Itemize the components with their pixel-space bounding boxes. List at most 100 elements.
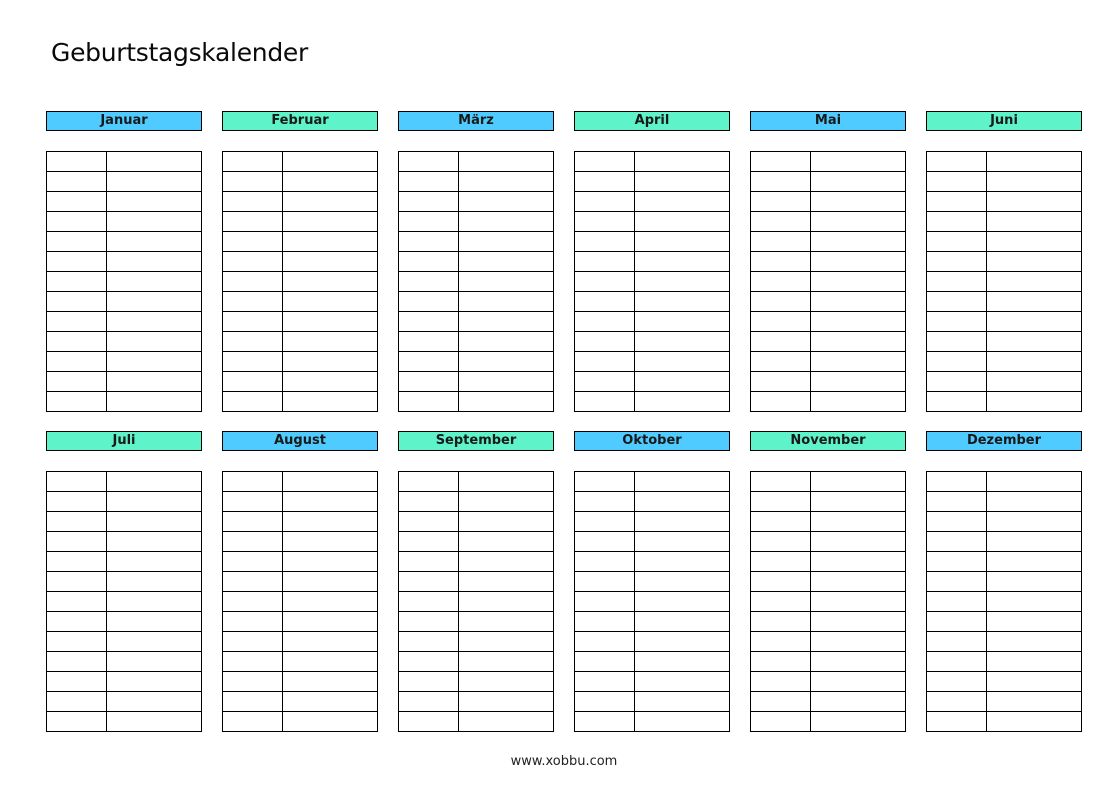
- name-cell[interactable]: [106, 711, 202, 732]
- date-cell[interactable]: [926, 151, 987, 172]
- name-cell[interactable]: [458, 571, 554, 592]
- date-cell[interactable]: [926, 351, 987, 372]
- date-cell[interactable]: [398, 691, 459, 712]
- name-cell[interactable]: [282, 471, 378, 492]
- name-cell[interactable]: [634, 551, 730, 572]
- date-cell[interactable]: [222, 351, 283, 372]
- date-cell[interactable]: [926, 711, 987, 732]
- date-cell[interactable]: [574, 631, 635, 652]
- date-cell[interactable]: [926, 311, 987, 332]
- date-cell[interactable]: [574, 511, 635, 532]
- name-cell[interactable]: [986, 191, 1082, 212]
- name-cell[interactable]: [106, 151, 202, 172]
- date-cell[interactable]: [46, 651, 107, 672]
- date-cell[interactable]: [574, 291, 635, 312]
- date-cell[interactable]: [46, 251, 107, 272]
- name-cell[interactable]: [810, 651, 906, 672]
- name-cell[interactable]: [106, 251, 202, 272]
- date-cell[interactable]: [750, 211, 811, 232]
- name-cell[interactable]: [282, 491, 378, 512]
- name-cell[interactable]: [810, 331, 906, 352]
- name-cell[interactable]: [106, 171, 202, 192]
- date-cell[interactable]: [750, 651, 811, 672]
- name-cell[interactable]: [106, 691, 202, 712]
- name-cell[interactable]: [282, 551, 378, 572]
- name-cell[interactable]: [458, 371, 554, 392]
- date-cell[interactable]: [222, 291, 283, 312]
- name-cell[interactable]: [106, 311, 202, 332]
- name-cell[interactable]: [986, 491, 1082, 512]
- date-cell[interactable]: [222, 571, 283, 592]
- date-cell[interactable]: [926, 251, 987, 272]
- date-cell[interactable]: [574, 191, 635, 212]
- date-cell[interactable]: [222, 331, 283, 352]
- date-cell[interactable]: [398, 671, 459, 692]
- date-cell[interactable]: [750, 531, 811, 552]
- name-cell[interactable]: [106, 391, 202, 412]
- date-cell[interactable]: [574, 351, 635, 372]
- date-cell[interactable]: [750, 671, 811, 692]
- name-cell[interactable]: [810, 671, 906, 692]
- date-cell[interactable]: [222, 151, 283, 172]
- name-cell[interactable]: [282, 271, 378, 292]
- name-cell[interactable]: [106, 371, 202, 392]
- name-cell[interactable]: [458, 691, 554, 712]
- name-cell[interactable]: [106, 531, 202, 552]
- date-cell[interactable]: [46, 691, 107, 712]
- name-cell[interactable]: [282, 231, 378, 252]
- name-cell[interactable]: [106, 491, 202, 512]
- date-cell[interactable]: [222, 531, 283, 552]
- name-cell[interactable]: [282, 211, 378, 232]
- date-cell[interactable]: [750, 571, 811, 592]
- name-cell[interactable]: [986, 671, 1082, 692]
- date-cell[interactable]: [398, 151, 459, 172]
- date-cell[interactable]: [574, 491, 635, 512]
- name-cell[interactable]: [634, 351, 730, 372]
- date-cell[interactable]: [926, 271, 987, 292]
- date-cell[interactable]: [926, 631, 987, 652]
- name-cell[interactable]: [810, 631, 906, 652]
- date-cell[interactable]: [398, 251, 459, 272]
- date-cell[interactable]: [398, 331, 459, 352]
- date-cell[interactable]: [926, 231, 987, 252]
- date-cell[interactable]: [750, 171, 811, 192]
- name-cell[interactable]: [634, 391, 730, 412]
- name-cell[interactable]: [106, 211, 202, 232]
- name-cell[interactable]: [634, 651, 730, 672]
- date-cell[interactable]: [222, 651, 283, 672]
- name-cell[interactable]: [458, 211, 554, 232]
- name-cell[interactable]: [810, 351, 906, 372]
- name-cell[interactable]: [458, 631, 554, 652]
- name-cell[interactable]: [458, 331, 554, 352]
- date-cell[interactable]: [750, 311, 811, 332]
- name-cell[interactable]: [282, 171, 378, 192]
- date-cell[interactable]: [398, 351, 459, 372]
- name-cell[interactable]: [810, 491, 906, 512]
- name-cell[interactable]: [106, 271, 202, 292]
- date-cell[interactable]: [222, 271, 283, 292]
- date-cell[interactable]: [398, 491, 459, 512]
- date-cell[interactable]: [398, 471, 459, 492]
- name-cell[interactable]: [106, 351, 202, 372]
- date-cell[interactable]: [222, 391, 283, 412]
- name-cell[interactable]: [986, 511, 1082, 532]
- name-cell[interactable]: [986, 591, 1082, 612]
- date-cell[interactable]: [750, 271, 811, 292]
- date-cell[interactable]: [222, 551, 283, 572]
- name-cell[interactable]: [458, 671, 554, 692]
- date-cell[interactable]: [750, 611, 811, 632]
- name-cell[interactable]: [986, 231, 1082, 252]
- name-cell[interactable]: [986, 471, 1082, 492]
- name-cell[interactable]: [106, 511, 202, 532]
- name-cell[interactable]: [634, 471, 730, 492]
- name-cell[interactable]: [282, 531, 378, 552]
- date-cell[interactable]: [398, 611, 459, 632]
- date-cell[interactable]: [750, 471, 811, 492]
- name-cell[interactable]: [282, 251, 378, 272]
- name-cell[interactable]: [986, 711, 1082, 732]
- name-cell[interactable]: [810, 551, 906, 572]
- date-cell[interactable]: [926, 611, 987, 632]
- date-cell[interactable]: [46, 271, 107, 292]
- date-cell[interactable]: [398, 571, 459, 592]
- date-cell[interactable]: [574, 571, 635, 592]
